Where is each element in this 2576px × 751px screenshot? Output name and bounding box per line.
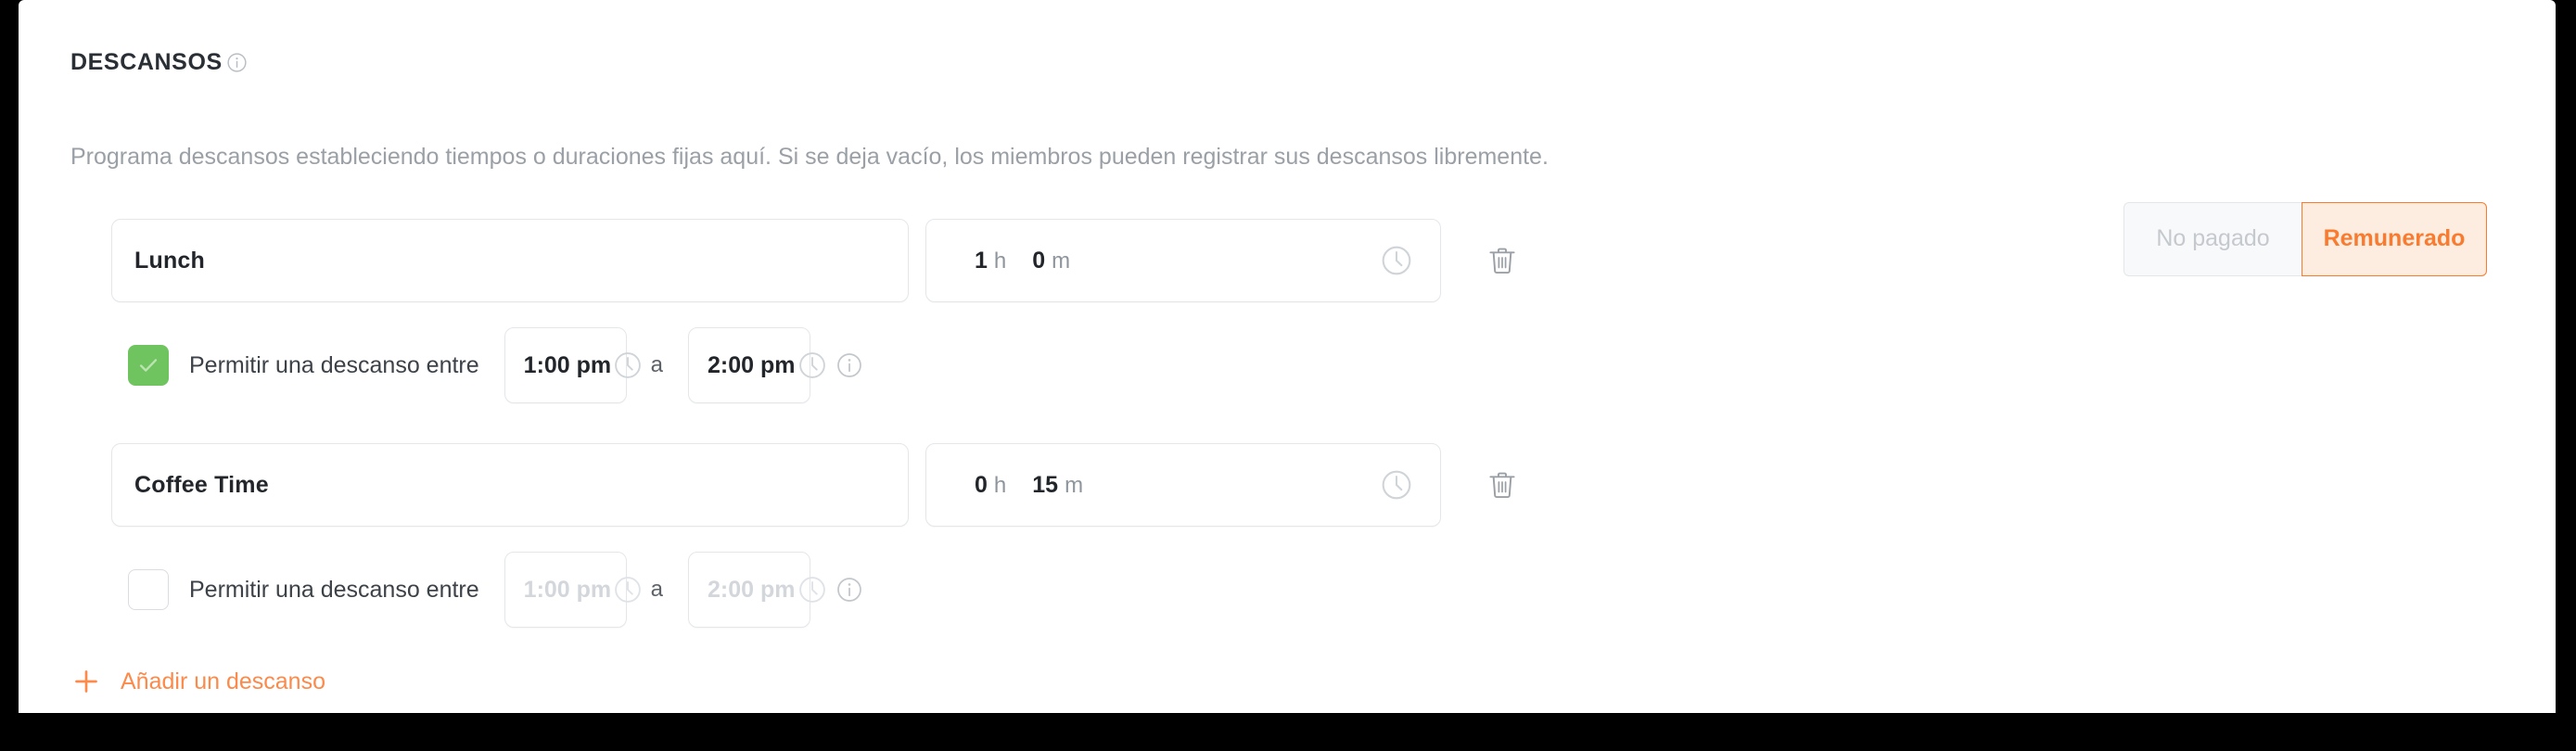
- delete-break-button[interactable]: [1482, 239, 1523, 282]
- break-name-input[interactable]: Lunch: [111, 219, 909, 302]
- break-window-start-value: 1:00 pm: [523, 351, 612, 378]
- breaks-settings-card: DESCANSOS Programa descansos establecien…: [19, 0, 2556, 713]
- time-range-separator: a: [650, 352, 664, 377]
- break-window-info-icon[interactable]: [835, 350, 864, 380]
- break-window-start-placeholder: 1:00 pm: [523, 576, 612, 603]
- allow-break-window-checkbox[interactable]: [128, 345, 169, 386]
- break-window-end-input[interactable]: 2:00 pm: [688, 327, 825, 403]
- break-window-end-input[interactable]: 2:00 pm: [688, 552, 825, 628]
- clock-icon[interactable]: [796, 348, 829, 383]
- duration-hours-value: 1: [975, 247, 988, 274]
- break-duration-value: 0 h 15 m: [975, 472, 1083, 499]
- plus-icon: [70, 666, 102, 697]
- screen-frame: DESCANSOS Programa descansos establecien…: [0, 0, 2576, 751]
- section-description: Programa descansos estableciendo tiempos…: [70, 144, 1549, 170]
- break-window-end-value: 2:00 pm: [708, 351, 796, 378]
- clock-icon[interactable]: [796, 572, 829, 607]
- duration-hours-unit: h: [993, 472, 1007, 498]
- add-break-label: Añadir un descanso: [121, 668, 325, 694]
- clock-icon[interactable]: [611, 348, 644, 383]
- break-window-start-input[interactable]: 1:00 pm: [504, 327, 641, 403]
- duration-hours-value: 0: [975, 471, 988, 498]
- allow-break-window-label: Permitir una descanso entre: [189, 576, 479, 603]
- break-window-info-icon[interactable]: [835, 575, 864, 605]
- section-header: DESCANSOS: [70, 51, 249, 74]
- paid-toggle-group[interactable]: No pagado Remunerado: [2123, 202, 2487, 276]
- toggle-option-unpaid[interactable]: No pagado: [2123, 202, 2302, 276]
- break-duration-input[interactable]: 1 h 0 m: [925, 219, 1441, 302]
- clock-icon[interactable]: [1377, 465, 1416, 504]
- trash-icon: [1486, 243, 1519, 278]
- break-name-value: Coffee Time: [134, 471, 269, 498]
- break-window-row: Permitir una descanso entre 1:00 pm a 2:…: [128, 327, 864, 403]
- clock-icon[interactable]: [1377, 241, 1416, 280]
- break-window-end-placeholder: 2:00 pm: [708, 576, 796, 603]
- add-break-button[interactable]: Añadir un descanso: [70, 666, 325, 697]
- allow-break-window-label: Permitir una descanso entre: [189, 351, 479, 378]
- clock-icon[interactable]: [611, 572, 644, 607]
- duration-minutes-value: 0: [1032, 247, 1046, 274]
- duration-minutes-unit: m: [1052, 248, 1071, 274]
- break-window-start-input[interactable]: 1:00 pm: [504, 552, 641, 628]
- time-range-separator: a: [650, 577, 664, 602]
- info-circle-icon[interactable]: [225, 51, 249, 74]
- break-name-input[interactable]: Coffee Time: [111, 443, 909, 527]
- break-window-row: Permitir una descanso entre 1:00 pm a 2:…: [128, 552, 864, 628]
- delete-break-button[interactable]: [1482, 464, 1523, 506]
- break-duration-value: 1 h 0 m: [975, 248, 1070, 274]
- break-duration-input[interactable]: 0 h 15 m: [925, 443, 1441, 527]
- duration-minutes-unit: m: [1065, 472, 1084, 498]
- trash-icon: [1486, 467, 1519, 503]
- duration-hours-unit: h: [993, 248, 1007, 274]
- toggle-option-paid[interactable]: Remunerado: [2302, 202, 2487, 276]
- allow-break-window-checkbox[interactable]: [128, 569, 169, 610]
- page-title: DESCANSOS: [70, 49, 223, 75]
- duration-minutes-value: 15: [1032, 471, 1059, 498]
- break-name-value: Lunch: [134, 247, 205, 274]
